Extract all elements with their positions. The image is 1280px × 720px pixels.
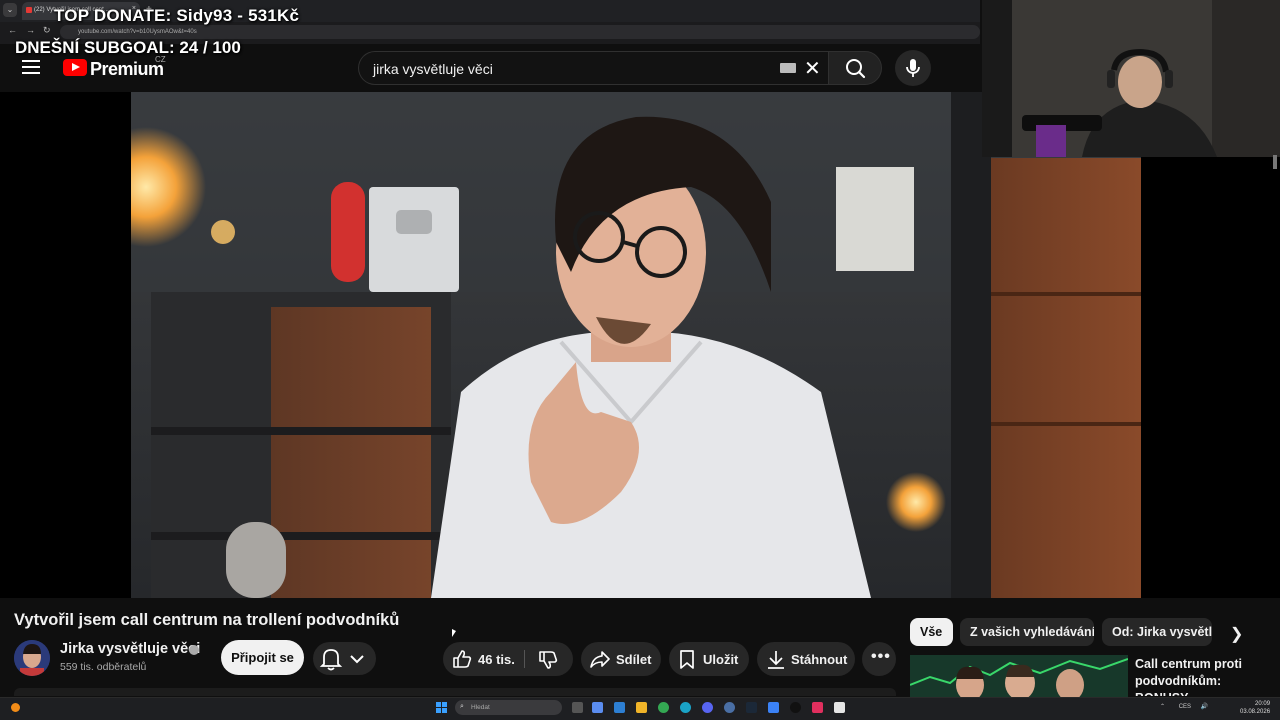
clear-search-icon[interactable]: ✕ bbox=[804, 56, 821, 81]
menu-icon[interactable] bbox=[22, 60, 40, 74]
thumbs-down-icon[interactable] bbox=[538, 650, 558, 670]
like-separator bbox=[524, 650, 525, 668]
search-button[interactable] bbox=[828, 51, 882, 85]
chip-from-channel[interactable]: Od: Jirka vysvětluje věci bbox=[1102, 618, 1212, 646]
subscriber-count: 559 tis. odběratelů bbox=[60, 661, 147, 673]
taskbar-clock[interactable]: 20:09 03.08.2026 bbox=[1240, 700, 1270, 716]
notifications-button[interactable] bbox=[313, 642, 376, 675]
microphone-icon bbox=[906, 59, 920, 77]
taskbar-search-placeholder: Hledat bbox=[471, 704, 490, 711]
edge-icon[interactable] bbox=[680, 702, 691, 713]
search-value: jirka vysvětluje věci bbox=[373, 61, 493, 77]
mouse-cursor-icon bbox=[452, 629, 456, 637]
chrome-icon[interactable] bbox=[658, 702, 669, 713]
webcam-overlay bbox=[982, 0, 1280, 157]
voice-search-button[interactable] bbox=[895, 50, 931, 86]
widgets-icon[interactable] bbox=[592, 702, 603, 713]
bell-icon bbox=[319, 649, 364, 671]
taskbar-search[interactable]: ⌕ Hledat bbox=[455, 700, 562, 715]
join-button[interactable]: Připojit se bbox=[221, 640, 304, 675]
youtube-logo-icon[interactable] bbox=[63, 59, 87, 76]
recommended-video-title[interactable]: Call centrum proti podvodníkům: BONUSY bbox=[1135, 656, 1275, 696]
volume-icon[interactable]: 🔊 bbox=[1201, 704, 1208, 710]
top-donate-overlay: TOP DONATE: Sidy93 - 531Kč bbox=[54, 6, 300, 25]
avatar-image bbox=[14, 640, 50, 676]
input-language[interactable]: CES bbox=[1179, 704, 1191, 710]
download-icon bbox=[768, 651, 784, 669]
search-icon: ⌕ bbox=[460, 703, 464, 710]
share-label: Sdílet bbox=[616, 652, 652, 667]
thumbnail-image bbox=[910, 655, 1128, 697]
more-actions-button[interactable]: ••• bbox=[862, 642, 896, 676]
save-label: Uložit bbox=[703, 652, 739, 667]
description-box-edge[interactable] bbox=[14, 688, 896, 696]
app-icon-3[interactable] bbox=[834, 702, 845, 713]
download-button[interactable]: Stáhnout bbox=[757, 642, 855, 676]
tab-menu-button[interactable]: ⌄ bbox=[3, 3, 17, 17]
video-title: Vytvořil jsem call centrum na trollení p… bbox=[14, 611, 400, 629]
back-icon[interactable]: ← bbox=[8, 25, 17, 35]
browser-icon[interactable] bbox=[768, 702, 779, 713]
save-button[interactable]: Uložit bbox=[669, 642, 749, 676]
bookmark-icon bbox=[680, 650, 694, 669]
recommended-thumbnail[interactable] bbox=[910, 655, 1128, 697]
discord-icon[interactable] bbox=[702, 702, 713, 713]
windows-start-icon[interactable] bbox=[436, 702, 447, 713]
like-count[interactable]: 46 tis. bbox=[478, 652, 515, 667]
youtube-favicon-icon bbox=[26, 7, 32, 13]
obs-icon[interactable] bbox=[790, 702, 801, 713]
clock-date: 03.08.2026 bbox=[1240, 709, 1271, 715]
channel-avatar[interactable] bbox=[14, 640, 50, 676]
video-frame-image bbox=[131, 92, 1141, 598]
task-view-icon[interactable] bbox=[572, 702, 583, 713]
system-tray[interactable]: ⌃ CES 🔊 bbox=[1160, 703, 1208, 710]
chip-from-searches[interactable]: Z vašich vyhledávání bbox=[960, 618, 1094, 646]
weather-icon[interactable] bbox=[11, 703, 20, 712]
video-player[interactable] bbox=[131, 92, 1141, 598]
share-icon bbox=[590, 651, 610, 668]
file-explorer-icon[interactable] bbox=[614, 702, 625, 713]
subgoal-overlay: DNEŠNÍ SUBGOAL: 24 / 100 bbox=[15, 38, 241, 57]
app-icon[interactable] bbox=[724, 702, 735, 713]
app-icon-2[interactable] bbox=[812, 702, 823, 713]
share-button[interactable]: Sdílet bbox=[581, 642, 661, 676]
keyboard-icon[interactable] bbox=[780, 63, 796, 73]
forward-icon[interactable]: → bbox=[26, 25, 35, 35]
steam-icon[interactable] bbox=[746, 702, 757, 713]
tray-chevron-icon[interactable]: ⌃ bbox=[1160, 704, 1165, 710]
download-label: Stáhnout bbox=[791, 652, 848, 667]
more-icon: ••• bbox=[871, 648, 891, 665]
brand-name[interactable]: Premium bbox=[90, 59, 164, 80]
url-text: youtube.com/watch?v=b10UysmAOw&t=40s bbox=[78, 29, 197, 35]
scrollbar-thumb[interactable] bbox=[1273, 155, 1277, 169]
thumbs-up-icon[interactable] bbox=[452, 649, 472, 669]
channel-name[interactable]: Jirka vysvětluje věci bbox=[60, 641, 200, 657]
verified-icon bbox=[189, 645, 199, 655]
chevron-right-icon[interactable]: ❯ bbox=[1230, 624, 1243, 644]
chip-all[interactable]: Vše bbox=[910, 618, 953, 646]
folder-icon[interactable] bbox=[636, 702, 647, 713]
address-bar[interactable]: youtube.com/watch?v=b10UysmAOw&t=40s bbox=[60, 25, 980, 39]
clock-time: 20:09 bbox=[1255, 701, 1271, 707]
search-icon bbox=[846, 59, 866, 79]
like-dislike-group: 46 tis. bbox=[443, 642, 573, 676]
reload-icon[interactable]: ↻ bbox=[43, 25, 51, 36]
webcam-image bbox=[982, 0, 1280, 157]
